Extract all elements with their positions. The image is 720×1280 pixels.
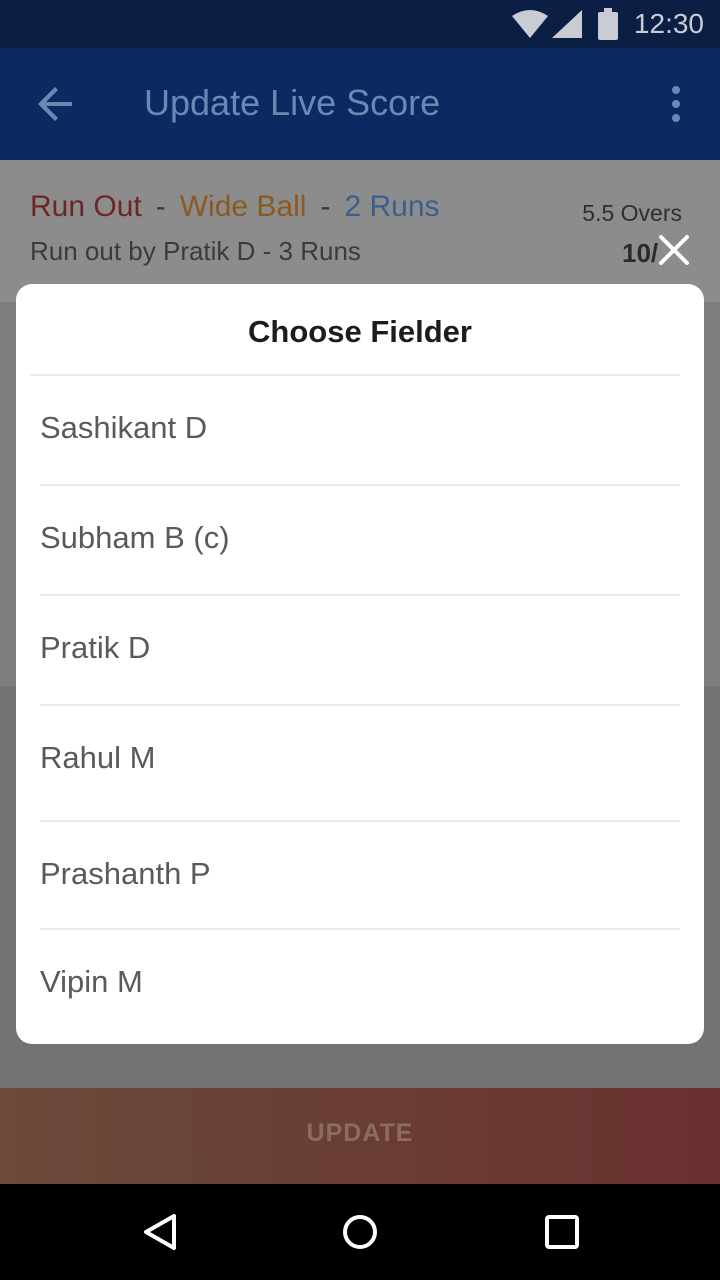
more-vert-icon[interactable] — [664, 84, 688, 129]
runs-count: 2 Runs — [344, 190, 440, 223]
fielder-item[interactable]: Pratik D — [40, 596, 680, 706]
wifi-icon — [512, 10, 548, 43]
fielder-name: Subham B (c) — [40, 520, 230, 555]
overs-count: 5.5 Overs — [582, 200, 682, 226]
fielder-name: Prashanth P — [40, 856, 211, 891]
nav-recent-icon[interactable] — [544, 1214, 580, 1255]
battery-icon — [598, 8, 618, 45]
fielder-list: Sashikant D Subham B (c) Pratik D Rahul … — [16, 376, 704, 1040]
update-button[interactable]: UPDATE — [0, 1088, 720, 1184]
separator: - — [320, 190, 331, 223]
navigation-bar — [0, 1184, 720, 1280]
nav-home-icon[interactable] — [340, 1212, 380, 1257]
ball-summary: Run Out - Wide Ball -2 Runs Run out by Prat… — [0, 160, 720, 302]
extra-type: Wide Ball — [179, 190, 307, 223]
fielder-name: Sashikant D — [40, 410, 208, 445]
ball-summary-line: Run Out - Wide Ball -2 Runs — [30, 190, 440, 224]
dialog-title: Choose Fielder — [248, 314, 472, 349]
choose-fielder-dialog: Choose Fielder Sashikant D Subham B (c) … — [16, 284, 704, 1044]
status-time: 12:30 — [633, 8, 704, 39]
status-bar: 12:30 — [0, 0, 720, 48]
score: 10/ — [622, 238, 659, 268]
fielder-name: Vipin M — [40, 964, 143, 999]
fielder-item[interactable]: Subham B (c) — [40, 486, 680, 596]
page-title: Update Live Score — [144, 82, 441, 123]
fielder-item[interactable]: Rahul M — [40, 706, 680, 822]
fielder-item[interactable]: Sashikant D — [40, 376, 680, 486]
nav-back-icon[interactable] — [140, 1212, 180, 1257]
fielder-name: Pratik D — [40, 630, 151, 665]
fielder-name: Rahul M — [40, 740, 156, 775]
update-button-label: UPDATE — [306, 1119, 414, 1147]
fielder-item[interactable]: Vipin M — [40, 930, 680, 1040]
app-bar: Update Live Score — [0, 48, 720, 160]
ball-detail: Run out by Pratik D - 3 Runs — [30, 236, 361, 266]
arrow-back-icon[interactable] — [36, 84, 76, 129]
fielder-item[interactable]: Prashanth P — [40, 822, 680, 930]
close-icon[interactable] — [658, 234, 690, 271]
separator: - — [155, 190, 166, 223]
dismissal-type: Run Out — [30, 190, 142, 223]
signal-icon — [552, 10, 582, 43]
